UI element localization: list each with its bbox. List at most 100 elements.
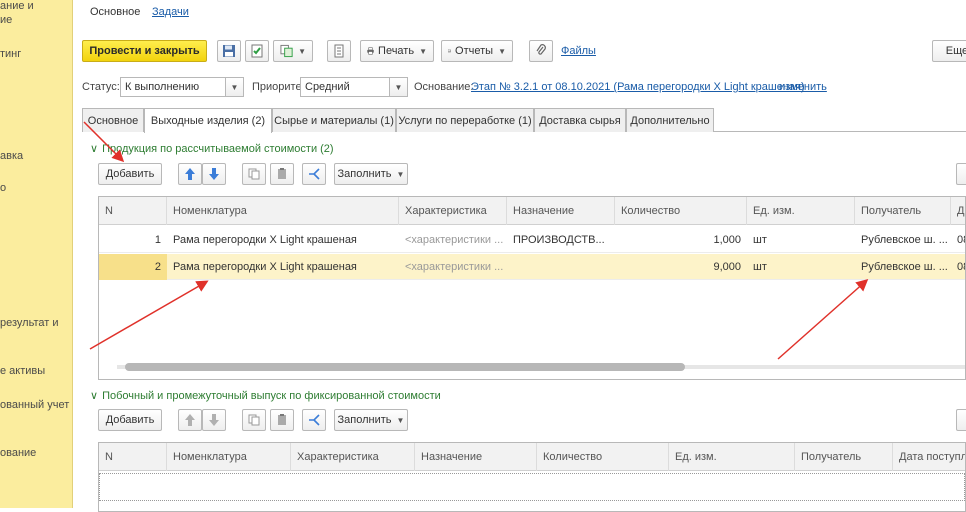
tab-output-products[interactable]: Выходные изделия (2): [144, 108, 272, 133]
sidebar-item-5[interactable]: результат и: [0, 317, 59, 330]
create-based-on-icon: [280, 44, 293, 58]
fill-byproducts-button[interactable]: Заполнить ▼: [334, 409, 408, 431]
priority-select[interactable]: Средний: [300, 77, 390, 97]
move-down-button[interactable]: [202, 163, 226, 185]
column-header[interactable]: Ед. изм.: [669, 443, 795, 471]
products-more-button[interactable]: [956, 163, 966, 185]
copy-row-button[interactable]: [242, 163, 266, 185]
fill-products-button[interactable]: Заполнить ▼: [334, 163, 408, 185]
column-header[interactable]: Количество: [615, 197, 747, 225]
cell-date: 08: [957, 261, 965, 273]
column-header[interactable]: Получатель: [795, 443, 893, 471]
top-tab-tasks[interactable]: Задачи: [152, 6, 189, 18]
print-label: Печать: [378, 45, 415, 57]
split-row-button[interactable]: [302, 163, 326, 185]
byproducts-more-button[interactable]: [956, 409, 966, 431]
more-button[interactable]: Еще: [932, 40, 966, 62]
top-tab-main[interactable]: Основное: [90, 6, 140, 18]
post-button[interactable]: [245, 40, 269, 62]
column-header[interactable]: Получатель: [855, 197, 951, 225]
byproducts-toolbar: Добавить Заполнить ▼: [98, 409, 966, 431]
tab-raw-delivery[interactable]: Доставка сырья: [534, 108, 626, 132]
move-down-button[interactable]: [202, 409, 226, 431]
cell-recipient: Рублевское ш. ...: [861, 261, 948, 273]
column-header[interactable]: Ед. изм.: [747, 197, 855, 225]
column-header[interactable]: Д: [951, 197, 965, 225]
products-horizontal-scrollbar[interactable]: [117, 363, 965, 371]
table-row[interactable]: 1 Рама перегородки X Light крашеная <хар…: [99, 227, 965, 253]
print-button[interactable]: Печать ▼: [360, 40, 434, 62]
column-header[interactable]: Дата поступле: [893, 443, 965, 471]
byproducts-table-header: N Номенклатура Характеристика Назначение…: [99, 443, 965, 471]
sidebar-item-3[interactable]: авка: [0, 150, 23, 163]
files-link[interactable]: Файлы: [561, 45, 596, 57]
tab-processing-services[interactable]: Услуги по переработке (1): [396, 108, 534, 132]
save-button[interactable]: [217, 40, 241, 62]
scrollbar-thumb[interactable]: [125, 363, 685, 371]
paste-row-button[interactable]: [270, 409, 294, 431]
basis-link[interactable]: Этап № 3.2.1 от 08.10.2021 (Рама перегор…: [471, 81, 805, 93]
paste-icon: [278, 414, 286, 425]
printer-icon: [367, 47, 374, 55]
status-dropdown-button[interactable]: ▼: [226, 77, 244, 97]
chevron-down-icon: ▼: [298, 46, 306, 56]
sidebar-item-0[interactable]: ание и: [0, 0, 34, 13]
products-toolbar: Добавить Заполнить ▼: [98, 163, 966, 185]
reports-icon: [448, 49, 451, 53]
reports-button[interactable]: Отчеты ▼: [441, 40, 513, 62]
cell-characteristic: <характеристики ...: [405, 261, 504, 273]
tab-raw-materials[interactable]: Сырье и материалы (1): [272, 108, 396, 132]
column-header[interactable]: Номенклатура: [167, 197, 399, 225]
tab-additional[interactable]: Дополнительно: [626, 108, 714, 132]
post-and-close-button[interactable]: Провести и закрыть: [82, 40, 207, 62]
sidebar-item-1[interactable]: ие: [0, 14, 12, 27]
form-tabs: Основное Выходные изделия (2) Сырье и ма…: [82, 108, 966, 133]
status-label: Статус:: [82, 81, 120, 93]
products-table-header: N Номенклатура Характеристика Назначение…: [99, 197, 965, 225]
chevron-down-icon: ▼: [419, 46, 427, 56]
priority-dropdown-button[interactable]: ▼: [390, 77, 408, 97]
sidebar-item-2[interactable]: тинг: [0, 48, 21, 61]
column-header[interactable]: Количество: [537, 443, 669, 471]
move-up-button[interactable]: [178, 409, 202, 431]
products-group-header[interactable]: ∨ Продукция по рассчитываемой стоимости (…: [90, 142, 334, 155]
copy-row-button[interactable]: [242, 409, 266, 431]
tab-main[interactable]: Основное: [82, 108, 144, 132]
change-basis-link[interactable]: изменить: [779, 81, 827, 93]
arrow-up-icon: [185, 414, 195, 426]
column-header[interactable]: N: [99, 443, 167, 471]
sidebar-item-4[interactable]: о: [0, 182, 6, 195]
paperclip-icon: [536, 44, 546, 55]
create-based-on-button[interactable]: ▼: [273, 40, 313, 62]
empty-row-placeholder[interactable]: [99, 473, 965, 501]
paste-icon: [278, 168, 286, 179]
column-header[interactable]: Характеристика: [399, 197, 507, 225]
sidebar-item-6[interactable]: е активы: [0, 365, 45, 378]
reports-label: Отчеты: [455, 45, 494, 57]
cell-quantity: 9,000: [713, 261, 741, 273]
add-product-button[interactable]: Добавить: [98, 163, 162, 185]
copy-icon: [248, 414, 260, 426]
column-header[interactable]: Характеристика: [291, 443, 415, 471]
move-up-button[interactable]: [178, 163, 202, 185]
status-select[interactable]: К выполнению: [120, 77, 226, 97]
paste-row-button[interactable]: [270, 163, 294, 185]
chevron-down-icon: ∨: [90, 143, 99, 155]
column-header[interactable]: N: [99, 197, 167, 225]
cell-purpose: [507, 254, 615, 280]
sidebar-item-8[interactable]: ование: [0, 447, 36, 460]
products-table: N Номенклатура Характеристика Назначение…: [98, 196, 966, 380]
arrow-up-icon: [185, 168, 195, 180]
column-header[interactable]: Назначение: [415, 443, 537, 471]
add-byproduct-button[interactable]: Добавить: [98, 409, 162, 431]
table-row[interactable]: 2 Рама перегородки X Light крашеная <хар…: [99, 254, 965, 280]
structure-button[interactable]: [327, 40, 351, 62]
byproducts-group-header[interactable]: ∨ Побочный и промежуточный выпуск по фикс…: [90, 389, 441, 402]
byproducts-group-title: Побочный и промежуточный выпуск по фикси…: [102, 390, 441, 402]
column-header[interactable]: Назначение: [507, 197, 615, 225]
column-header[interactable]: Номенклатура: [167, 443, 291, 471]
arrow-down-icon: [209, 168, 219, 180]
sidebar-item-7[interactable]: ованный учет: [0, 399, 69, 412]
attach-file-button[interactable]: [529, 40, 553, 62]
split-row-button[interactable]: [302, 409, 326, 431]
